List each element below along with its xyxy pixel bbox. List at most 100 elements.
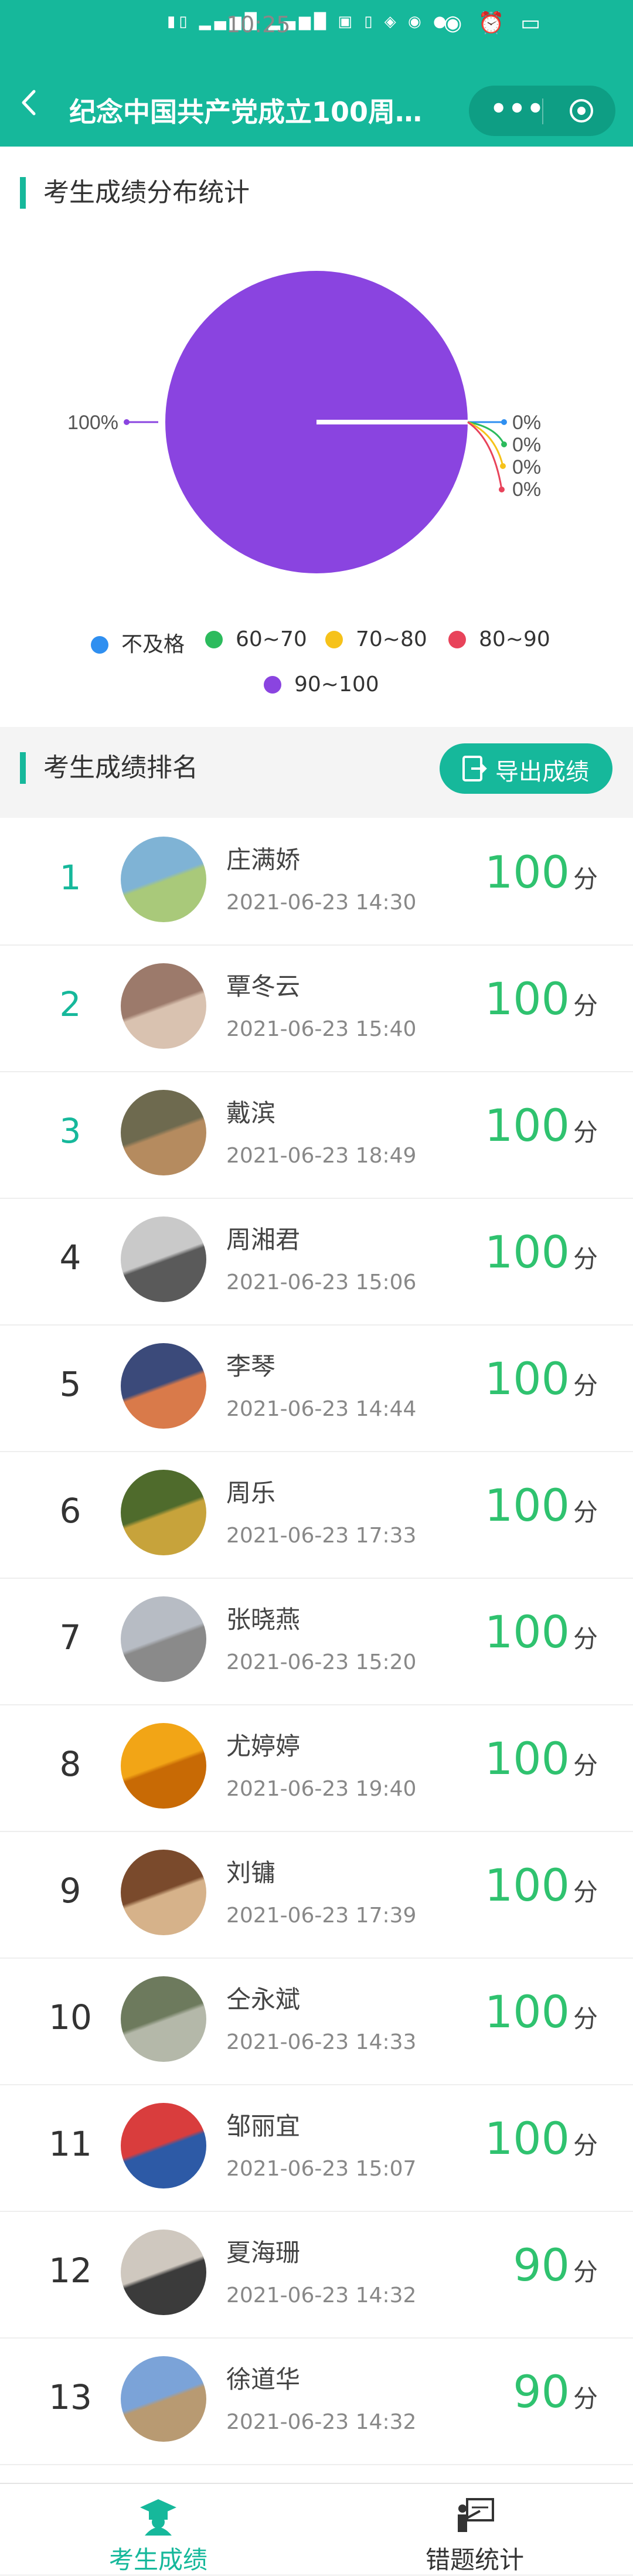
submit-time: 2021-06-23 15:06 [226, 1270, 417, 1294]
tab-scores[interactable]: 考生成绩 [0, 2484, 316, 2574]
score-unit: 分 [573, 1498, 598, 1527]
ranking-list: 1 庄满娇 2021-06-23 14:30 100 分 2 覃冬云 2021-06-23 1… [0, 818, 633, 2483]
room-avatar [121, 1850, 206, 1935]
submit-time: 2021-06-23 14:32 [226, 2283, 417, 2307]
student-name: 仝永斌 [226, 1985, 301, 2014]
score-unit: 分 [573, 2004, 598, 2033]
score-value: 100 [484, 1606, 570, 1658]
student-name: 庄满娇 [226, 845, 301, 874]
ranking-row[interactable]: 2 覃冬云 2021-06-23 15:40 100 分 [0, 944, 633, 1072]
tab-label: 错题统计 [425, 2546, 524, 2574]
forest-avatar [121, 1470, 206, 1555]
score-unit: 分 [573, 865, 598, 893]
score: 100 分 [485, 1606, 598, 1658]
ranking-row[interactable]: 6 周乐 2021-06-23 17:33 100 分 [0, 1451, 633, 1579]
rank-number: 5 [59, 1364, 81, 1404]
man-avatar [121, 1216, 206, 1302]
score-unit: 分 [573, 991, 598, 1020]
legend-item-90-100[interactable]: 90~100 [264, 672, 379, 696]
ranking-row[interactable]: 9 刘镛 2021-06-23 17:39 100 分 [0, 1831, 633, 1959]
rank-number: 4 [59, 1238, 81, 1277]
legend-label: 80~90 [479, 627, 550, 651]
target-close-icon[interactable] [569, 98, 594, 124]
label-70-80-percent: 0% [512, 456, 541, 478]
label-dot-100 [124, 419, 130, 425]
more-dots-icon[interactable]: ••• [490, 93, 545, 124]
ranking-row[interactable]: 7 张晓燕 2021-06-23 15:20 100 分 [0, 1578, 633, 1705]
score-value: 100 [484, 1352, 570, 1405]
score: 100 分 [485, 973, 598, 1025]
mini-program-capsule: ••• [469, 86, 615, 136]
score-value: 100 [484, 973, 570, 1025]
score-value: 90 [513, 2366, 570, 2418]
page-title: 纪念中国共产党成立100周… [69, 96, 423, 128]
score: 100 分 [485, 1226, 598, 1278]
label-dot-fail [501, 419, 507, 425]
street-avatar [121, 1090, 206, 1175]
rank-number: 13 [49, 2377, 92, 2417]
ranking-row[interactable]: 1 庄满娇 2021-06-23 14:30 100 分 [0, 818, 633, 946]
submit-time: 2021-06-23 14:32 [226, 2410, 417, 2434]
student-name: 刘镛 [226, 1858, 276, 1887]
tab-wrong-questions[interactable]: 错题统计 [316, 2484, 633, 2574]
submit-time: 2021-06-23 15:07 [226, 2157, 417, 2181]
ranking-row[interactable]: 12 夏海珊 2021-06-23 14:32 90 分 [0, 2211, 633, 2339]
score: 100 分 [485, 846, 598, 898]
rank-number: 3 [59, 1111, 81, 1151]
chevron-left-icon[interactable] [18, 88, 41, 117]
score-value: 100 [484, 1226, 570, 1278]
label-fail-percent: 0% [512, 412, 541, 434]
legend-item-60-70[interactable]: 60~70 [205, 627, 307, 651]
ranking-row[interactable]: 3 戴滨 2021-06-23 18:49 100 分 [0, 1071, 633, 1199]
label-dot-70-80 [500, 463, 506, 469]
submit-time: 2021-06-23 19:40 [226, 1777, 417, 1801]
pie-chart: 100% 0% 0% 0% 0% [67, 271, 541, 573]
tab-label: 考生成绩 [108, 2546, 207, 2574]
export-scores-button[interactable]: 导出成绩 [440, 743, 612, 794]
ranking-row[interactable]: 8 尤婷婷 2021-06-23 19:40 100 分 [0, 1704, 633, 1832]
score-unit: 分 [573, 1245, 598, 1273]
rank-number: 7 [59, 1617, 81, 1657]
legend-item-70-80[interactable]: 70~80 [325, 627, 427, 651]
status-time: 10:25 [226, 12, 291, 38]
score-value: 100 [484, 1859, 570, 1911]
rank-number: 1 [59, 858, 81, 898]
score: 90 分 [513, 2366, 598, 2418]
score: 100 分 [485, 1352, 598, 1405]
navigation-bar: 纪念中国共产党成立100周… ••• [0, 47, 633, 147]
ranking-row[interactable]: 4 周湘君 2021-06-23 15:06 100 分 [0, 1198, 633, 1326]
ranking-row[interactable]: 5 李琴 2021-06-23 14:44 100 分 [0, 1324, 633, 1452]
legend-item-80-90[interactable]: 80~90 [448, 627, 550, 651]
score: 100 分 [485, 1859, 598, 1911]
legend-dot [264, 676, 281, 694]
submit-time: 2021-06-23 17:39 [226, 1904, 417, 1928]
export-label: 导出成绩 [495, 759, 589, 786]
legend-item-fail[interactable]: 不及格 [91, 627, 185, 658]
student-name: 周湘君 [226, 1225, 301, 1254]
score: 100 分 [485, 1732, 598, 1785]
score: 100 分 [485, 1986, 598, 2038]
rank-number: 2 [59, 984, 81, 1024]
rank-number: 10 [49, 1997, 92, 2037]
label-80-90-percent: 0% [512, 478, 541, 501]
ranking-row[interactable]: 10 仝永斌 2021-06-23 14:33 100 分 [0, 1958, 633, 2085]
ranking-row[interactable]: 11 邹丽宜 2021-06-23 15:07 100 分 [0, 2084, 633, 2212]
woman-avatar [121, 2230, 206, 2315]
ranking-row[interactable]: 13 徐道华 2021-06-23 14:32 90 分 [0, 2337, 633, 2465]
beach-avatar [121, 1596, 206, 1682]
graduate-icon [140, 2499, 176, 2536]
score-unit: 分 [573, 2384, 598, 2413]
student-name: 尤婷婷 [226, 1732, 301, 1761]
score-unit: 分 [573, 2131, 598, 2160]
student-name: 夏海珊 [226, 2238, 301, 2267]
label-100-percent: 100% [67, 412, 118, 434]
rank-number: 11 [49, 2124, 92, 2164]
house-avatar [121, 2356, 206, 2442]
status-bar: ▮▯ ▂▄▆█ ▂▄▆█ ▣ ▯ ◈ ◉ ● ◉ ⏰ ▭ 10:25 [0, 0, 633, 47]
student-name: 李琴 [226, 1352, 276, 1381]
score: 100 分 [485, 1099, 598, 1151]
score-unit: 分 [573, 1371, 598, 1400]
student-name: 邹丽宜 [226, 2112, 301, 2140]
student-name: 覃冬云 [226, 972, 301, 1001]
distribution-title: 考生成绩分布统计 [20, 177, 250, 209]
